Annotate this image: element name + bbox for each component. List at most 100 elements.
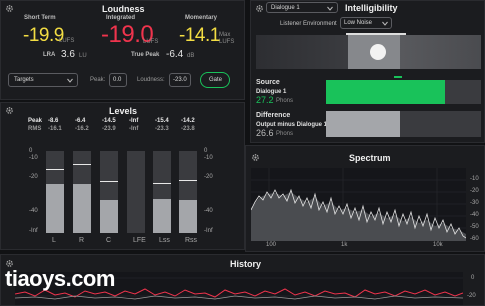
spectrum-y-tick: -10 <box>470 176 479 182</box>
channel-rms-value: -23.8 <box>181 126 195 132</box>
channel-meter <box>46 151 64 233</box>
channel-peak-value: -14.5 <box>102 118 116 124</box>
loudness-target-input[interactable]: -23.0 <box>169 73 191 87</box>
channel-rms-value: -23.3 <box>155 126 169 132</box>
channel-peak-line <box>100 180 118 182</box>
channel-rms-value: -23.9 <box>102 126 116 132</box>
loudness-panel: Loudness Short Term Integrated Momentary… <box>0 0 245 100</box>
history-y-tick-1: -20 <box>467 293 476 299</box>
spectrum-panel: Spectrum -10 -20 -30 -40 -50 -60 100 1k 10k <box>245 145 485 252</box>
channel-name: L <box>52 237 56 244</box>
listener-environment-value: Low Noise <box>344 20 373 26</box>
channel-meter-fill <box>73 184 91 233</box>
channel-peak-line <box>46 168 64 170</box>
chevron-down-icon <box>382 21 388 26</box>
settings-gear-icon[interactable] <box>5 4 14 13</box>
gate-label: Gate <box>209 77 223 83</box>
lra-value: 3.6 <box>61 49 75 60</box>
spectrum-x-tick: 100 <box>266 242 277 248</box>
spectrum-x-tick: 10k <box>433 242 443 248</box>
levels-panel: Levels Peak RMS -8.6 -16.1 -6.4 -16.2 -14.5 -… <box>0 102 245 250</box>
spectrum-y-tick: -30 <box>470 200 479 206</box>
channel-meter <box>179 151 197 233</box>
integrated-unit: LUFS <box>143 39 159 45</box>
settings-gear-icon[interactable] <box>255 4 264 13</box>
true-peak-unit: dB <box>187 53 195 59</box>
channel-peak-value: -Inf <box>129 118 139 124</box>
difference-unit: Phons <box>276 131 294 137</box>
momentary-unit-lufs: LUFS <box>219 39 235 45</box>
channel-meter <box>153 151 171 233</box>
channel-meter <box>127 151 145 233</box>
peak-target-label: Peak: <box>90 77 106 83</box>
levels-scale-tick: -Inf <box>29 228 38 234</box>
listener-environment-label: Listener Environment <box>280 21 337 27</box>
intelligibility-indicator <box>256 33 481 69</box>
intelligibility-panel: Dialogue 1 Intelligibility Listener Envi… <box>250 0 485 143</box>
loudness-target-label: Loudness: <box>137 77 165 83</box>
levels-peak-label: Peak <box>28 118 43 124</box>
channel-rms-value: -Inf <box>129 126 139 132</box>
short-term-unit: LUFS <box>59 38 75 44</box>
channel-name: R <box>79 237 85 244</box>
watermark-text: tiaoys.com <box>5 266 115 291</box>
channel-peak-line <box>153 182 171 184</box>
channel-name: C <box>106 237 112 244</box>
channel-rms-value: -16.1 <box>48 126 62 132</box>
lra-label: LRA <box>43 52 56 58</box>
levels-scale-tick: -40 <box>29 208 38 214</box>
channel-name: Lss <box>159 237 170 244</box>
channel-peak-value: -6.4 <box>75 118 86 124</box>
channel-meter-fill <box>46 184 64 233</box>
channel-meter-fill <box>179 199 197 233</box>
source-meter-fill <box>326 80 446 104</box>
levels-scale-tick: 0 <box>204 148 208 154</box>
momentary-label: Momentary <box>185 15 218 21</box>
targets-label: Targets <box>14 77 34 83</box>
history-title: History <box>230 259 262 269</box>
history-y-tick-0: 0 <box>471 275 475 281</box>
momentary-value: -14.1 <box>179 25 220 46</box>
difference-label: Difference <box>256 112 291 119</box>
levels-scale-tick: -10 <box>204 155 213 161</box>
channel-rms-value: -16.2 <box>75 126 89 132</box>
spectrum-y-tick: -50 <box>470 224 479 230</box>
levels-scale-tick: -20 <box>204 174 213 180</box>
chevron-down-icon <box>67 78 73 83</box>
spectrum-title: Spectrum <box>349 153 391 163</box>
settings-gear-icon[interactable] <box>5 106 14 115</box>
lra-unit: LU <box>79 53 87 59</box>
gate-button[interactable]: Gate <box>200 72 230 88</box>
channel-meter <box>100 151 118 233</box>
source-unit: Phons <box>276 98 294 104</box>
levels-rms-label: RMS <box>28 126 42 132</box>
peak-target-input[interactable]: 0.0 <box>109 73 127 87</box>
dialogue-select[interactable]: Dialogue 1 <box>266 2 338 13</box>
true-peak-label: True Peak <box>131 52 160 58</box>
levels-scale-tick: -10 <box>29 155 38 161</box>
levels-scale-tick: 0 <box>29 148 33 154</box>
channel-peak-value: -15.4 <box>155 118 169 124</box>
channel-peak-line <box>73 164 91 166</box>
channel-meter <box>73 151 91 233</box>
levels-title: Levels <box>109 106 138 116</box>
levels-scale-tick: -20 <box>29 174 38 180</box>
targets-dropdown[interactable]: Targets <box>8 73 78 87</box>
channel-name: LFE <box>133 237 146 244</box>
true-peak-value: -6.4 <box>166 49 184 60</box>
channel-peak-line <box>179 180 197 182</box>
short-term-label: Short Term <box>24 15 56 21</box>
intelligibility-title: Intelligibility <box>345 3 398 13</box>
spectrum-y-tick: -20 <box>470 188 479 194</box>
source-peak-tick <box>394 76 402 78</box>
settings-gear-icon[interactable] <box>251 153 260 162</box>
channel-meter-fill <box>100 199 118 233</box>
source-meter <box>326 80 481 104</box>
source-label: Source <box>256 79 280 86</box>
channel-peak-value: -8.6 <box>48 118 59 124</box>
listener-environment-select[interactable]: Low Noise <box>340 17 392 29</box>
levels-scale-tick: -40 <box>204 208 213 214</box>
difference-meter-fill <box>326 111 401 137</box>
spectrum-plot <box>251 168 466 241</box>
dialogue-select-value: Dialogue 1 <box>271 5 300 11</box>
